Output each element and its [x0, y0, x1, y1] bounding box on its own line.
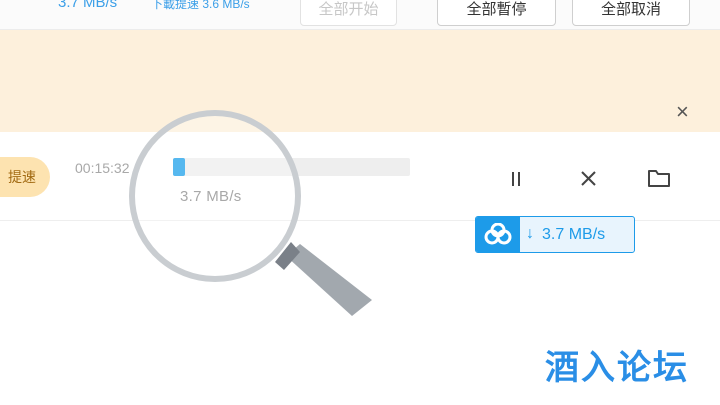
close-icon[interactable]: [579, 169, 598, 188]
accelerated-speed: 下載提速 3.6 MB/s: [151, 0, 250, 11]
progress-bar: [173, 158, 410, 176]
notification-banner: ×: [0, 30, 720, 132]
cloud-icon: [476, 217, 520, 252]
start-all-button[interactable]: 全部开始: [300, 0, 397, 26]
time-remaining: 00:15:32: [75, 160, 130, 176]
pause-all-button[interactable]: 全部暫停: [437, 0, 556, 26]
toolbar: 3.7 MB/s 下載提速 3.6 MB/s 全部开始 全部暫停 全部取消: [0, 0, 720, 30]
watermark-text: 酒入论坛: [545, 349, 689, 387]
cancel-all-button[interactable]: 全部取消: [572, 0, 690, 26]
pause-icon[interactable]: [507, 170, 525, 188]
badge-speed: 3.7 MB/s: [542, 226, 606, 243]
progress-fill: [173, 158, 185, 176]
accelerate-pill[interactable]: 提速: [0, 157, 50, 197]
download-arrow-icon: ↓: [526, 225, 534, 242]
banner-close-button[interactable]: ×: [676, 100, 689, 124]
folder-icon[interactable]: [647, 167, 671, 189]
total-speed: 3.7 MB/s: [58, 0, 118, 11]
task-speed: 3.7 MB/s: [180, 188, 242, 205]
download-task-row: [0, 132, 720, 221]
accelerate-badge[interactable]: ↓ 3.7 MB/s: [475, 216, 635, 253]
